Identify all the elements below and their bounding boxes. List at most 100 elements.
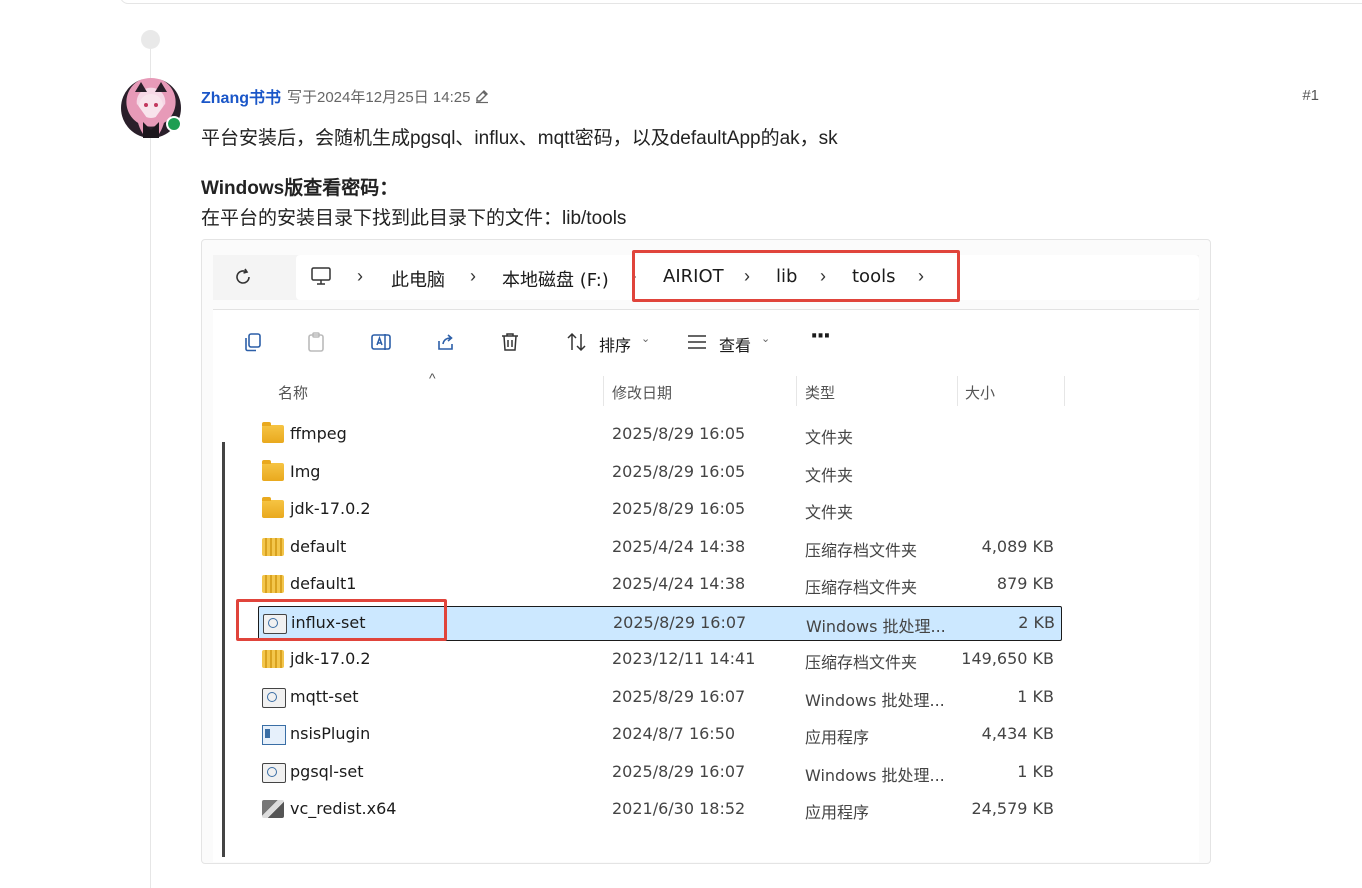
- file-size: 149,650 KB: [961, 649, 1054, 668]
- folder-icon: [262, 497, 284, 518]
- file-row[interactable]: pgsql-set 2025/8/29 16:07 Windows 批处理... 1 …: [258, 756, 1060, 789]
- file-type: Windows 批处理...: [806, 616, 946, 636]
- file-row[interactable]: jdk-17.0.2 2023/12/11 14:41 压缩存档文件夹 149,650…: [258, 643, 1060, 676]
- file-name: default: [290, 536, 347, 556]
- file-size: 2 KB: [1018, 612, 1055, 632]
- file-name: jdk-17.0.2: [290, 499, 371, 518]
- explorer-screenshot[interactable]: › 此电脑 › 本地磁盘 (F:) · AIRIOT › lib › tools…: [201, 239, 1211, 864]
- file-row[interactable]: default1 2025/4/24 14:38 压缩存档文件夹 879 KB: [258, 568, 1060, 601]
- file-name: ffmpeg: [290, 424, 347, 443]
- file-type: 文件夹: [805, 503, 854, 522]
- file-date: 2025/4/24 14:38: [612, 536, 746, 556]
- file-name: jdk-17.0.2: [290, 649, 371, 668]
- post-text-line: 平台安装后，会随机生成pgsql、influx、mqtt密码，以及default…: [201, 128, 838, 149]
- computer-icon: [311, 267, 331, 285]
- online-status-dot: [166, 116, 182, 132]
- edit-history-icon[interactable]: [474, 88, 490, 104]
- view-icon[interactable]: [685, 330, 709, 354]
- file-date: 2025/8/29 16:07: [612, 686, 746, 706]
- file-date: 2024/8/7 16:50: [612, 724, 736, 743]
- view-button[interactable]: 查看: [719, 332, 751, 356]
- file-size: 879 KB: [996, 574, 1054, 593]
- file-size: 4,434 KB: [981, 724, 1054, 743]
- breadcrumb-item[interactable]: 此电脑: [391, 266, 445, 292]
- post-number[interactable]: #1: [1302, 87, 1319, 104]
- zip-icon: [262, 650, 284, 668]
- file-name: default1: [290, 574, 357, 593]
- installer-icon: [262, 800, 284, 818]
- file-size: 24,579 KB: [971, 799, 1054, 818]
- file-name: vc_redist.x64: [290, 799, 397, 818]
- previous-post-edge: [120, 0, 1362, 4]
- file-date: 2021/6/30 18:52: [612, 799, 746, 818]
- file-date: 2025/4/24 14:38: [612, 574, 746, 593]
- sort-icon[interactable]: [565, 330, 589, 354]
- file-type: 文件夹: [805, 465, 854, 485]
- file-type: 应用程序: [805, 803, 870, 822]
- column-header-name[interactable]: 名称: [278, 382, 308, 403]
- file-name: pgsql-set: [290, 761, 364, 781]
- file-type: 压缩存档文件夹: [805, 540, 918, 560]
- highlight-box: [236, 599, 447, 641]
- file-date: 2025/8/29 16:07: [613, 612, 747, 632]
- author-name[interactable]: Zhang书书: [201, 84, 281, 108]
- file-row[interactable]: mqtt-set 2025/8/29 16:07 Windows 批处理... 1 K…: [258, 681, 1060, 714]
- application-icon: [262, 725, 286, 745]
- scrollbar[interactable]: [222, 442, 225, 857]
- chevron-down-icon: ⌄: [761, 333, 771, 345]
- delete-icon[interactable]: [498, 330, 522, 354]
- highlight-box: [632, 250, 960, 302]
- file-date: 2023/12/11 14:41: [612, 649, 756, 668]
- file-size: 1 KB: [1017, 686, 1054, 706]
- batch-file-icon: [262, 762, 286, 783]
- more-options-button[interactable]: ···: [810, 324, 831, 349]
- explorer-toolbar: 排序 ⌄ 查看 ⌄ ···: [213, 309, 1199, 373]
- folder-icon: [262, 422, 284, 443]
- column-divider[interactable]: [1064, 376, 1065, 406]
- sort-ascending-icon: ^: [429, 370, 436, 386]
- file-date: 2025/8/29 16:05: [612, 499, 746, 518]
- column-header-type[interactable]: 类型: [805, 382, 835, 403]
- file-row[interactable]: nsisPlugin 2024/8/7 16:50 应用程序 4,434 KB: [258, 718, 1060, 751]
- column-divider[interactable]: [603, 376, 604, 406]
- breadcrumb-item[interactable]: 本地磁盘 (F:): [502, 266, 609, 292]
- chevron-down-icon: ⌄: [641, 333, 651, 345]
- file-type: Windows 批处理...: [805, 765, 945, 785]
- paste-icon[interactable]: [304, 330, 328, 354]
- file-type: Windows 批处理...: [805, 690, 945, 710]
- post-date: 写于2024年12月25日 14:25: [287, 88, 471, 106]
- file-name: nsisPlugin: [290, 724, 371, 743]
- chevron-right-icon: ›: [357, 266, 363, 286]
- file-name: Img: [290, 461, 321, 481]
- file-row[interactable]: jdk-17.0.2 2025/8/29 16:05 文件夹: [258, 493, 1060, 526]
- file-type: 压缩存档文件夹: [805, 653, 918, 672]
- file-size: 4,089 KB: [981, 536, 1054, 556]
- column-header-size[interactable]: 大小: [965, 382, 995, 403]
- file-row[interactable]: ffmpeg 2025/8/29 16:05 文件夹: [258, 418, 1060, 451]
- file-type: 应用程序: [805, 728, 870, 747]
- zip-icon: [262, 575, 284, 593]
- file-date: 2025/8/29 16:05: [612, 424, 746, 443]
- timeline-line: [150, 48, 151, 888]
- rename-icon[interactable]: [369, 330, 393, 354]
- file-type: 压缩存档文件夹: [805, 578, 918, 597]
- batch-file-icon: [262, 687, 286, 708]
- sort-button[interactable]: 排序: [599, 332, 631, 356]
- refresh-icon[interactable]: [232, 266, 254, 288]
- column-divider[interactable]: [796, 376, 797, 406]
- file-row[interactable]: vc_redist.x64 2021/6/30 18:52 应用程序 24,579 K…: [258, 793, 1060, 826]
- column-header-date[interactable]: 修改日期: [612, 382, 672, 403]
- share-icon[interactable]: [434, 330, 458, 354]
- column-divider[interactable]: [957, 376, 958, 406]
- file-row[interactable]: default 2025/4/24 14:38 压缩存档文件夹 4,089 KB: [258, 531, 1060, 564]
- file-type: 文件夹: [805, 428, 854, 447]
- file-row[interactable]: Img 2025/8/29 16:05 文件夹: [258, 456, 1060, 489]
- chevron-right-icon: ›: [470, 266, 476, 286]
- file-date: 2025/8/29 16:07: [612, 761, 746, 781]
- folder-icon: [262, 459, 284, 481]
- copy-icon[interactable]: [241, 330, 265, 354]
- file-name: mqtt-set: [290, 686, 359, 706]
- timeline-dot: [141, 30, 160, 49]
- post-header: Zhang书书 写于2024年12月25日 14:25: [201, 84, 490, 108]
- zip-icon: [262, 537, 284, 556]
